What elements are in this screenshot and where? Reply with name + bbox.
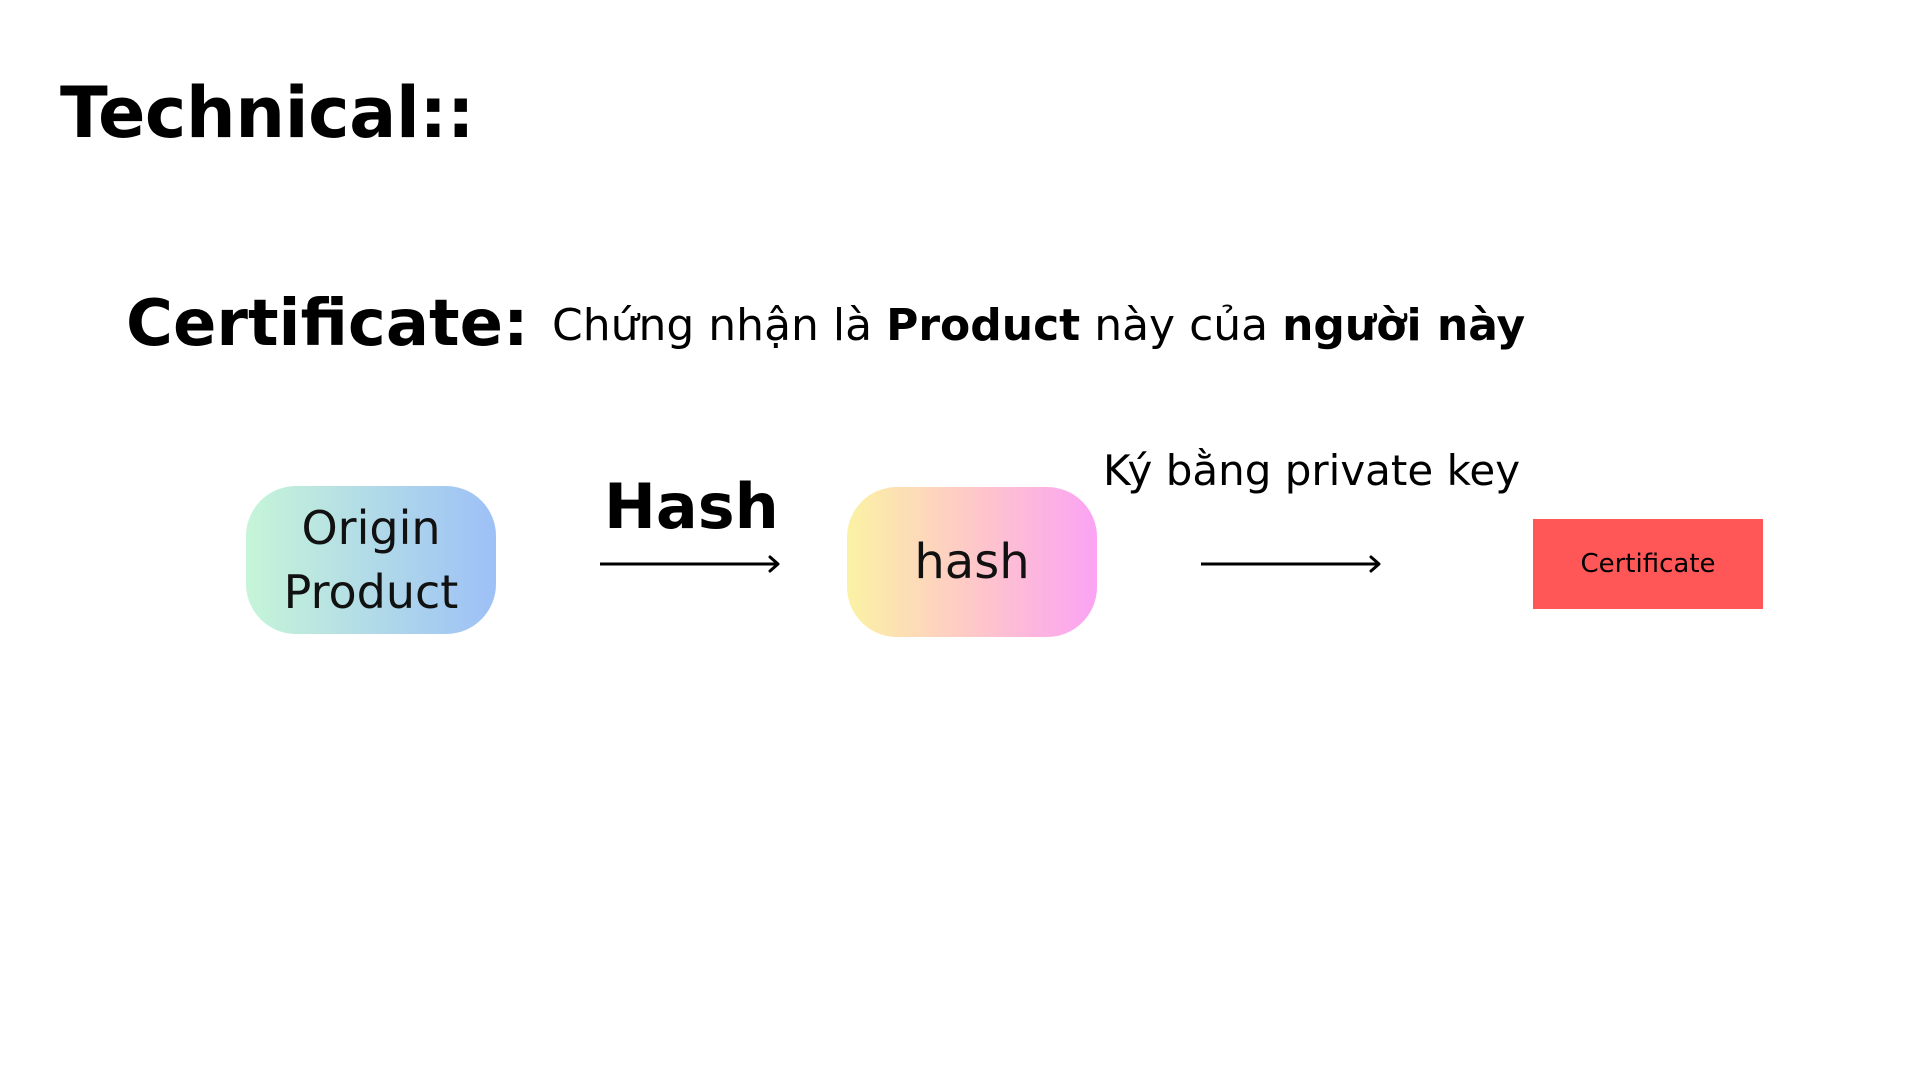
origin-product-line1: Origin bbox=[301, 501, 441, 555]
origin-product-node: Origin Product bbox=[246, 486, 496, 634]
hash-edge-label: Hash bbox=[604, 470, 779, 543]
certificate-node-label: Certificate bbox=[1580, 549, 1716, 579]
origin-product-line2: Product bbox=[283, 565, 459, 619]
hash-node: hash bbox=[847, 487, 1097, 637]
sign-edge-label: Ký bằng private key bbox=[1103, 446, 1521, 495]
page-title: Technical:: bbox=[60, 72, 475, 154]
certificate-desc-bold1: Product bbox=[886, 300, 1081, 351]
hash-node-label: hash bbox=[914, 534, 1030, 590]
certificate-node: Certificate bbox=[1533, 519, 1763, 609]
certificate-desc-part1: Chứng nhận là bbox=[552, 300, 887, 351]
hash-arrow bbox=[600, 554, 782, 574]
certificate-description: Chứng nhận là Product này của người này bbox=[552, 304, 1525, 348]
right-arrow-icon bbox=[1201, 555, 1381, 573]
certificate-desc-part2: này của bbox=[1080, 300, 1283, 351]
sign-arrow bbox=[1201, 554, 1383, 574]
certificate-heading: Certificate: bbox=[126, 287, 529, 361]
slide: Technical:: Certificate: Chứng nhận là P… bbox=[0, 0, 1920, 1080]
certificate-desc-bold2: người này bbox=[1282, 300, 1526, 351]
right-arrow-icon bbox=[600, 555, 780, 573]
